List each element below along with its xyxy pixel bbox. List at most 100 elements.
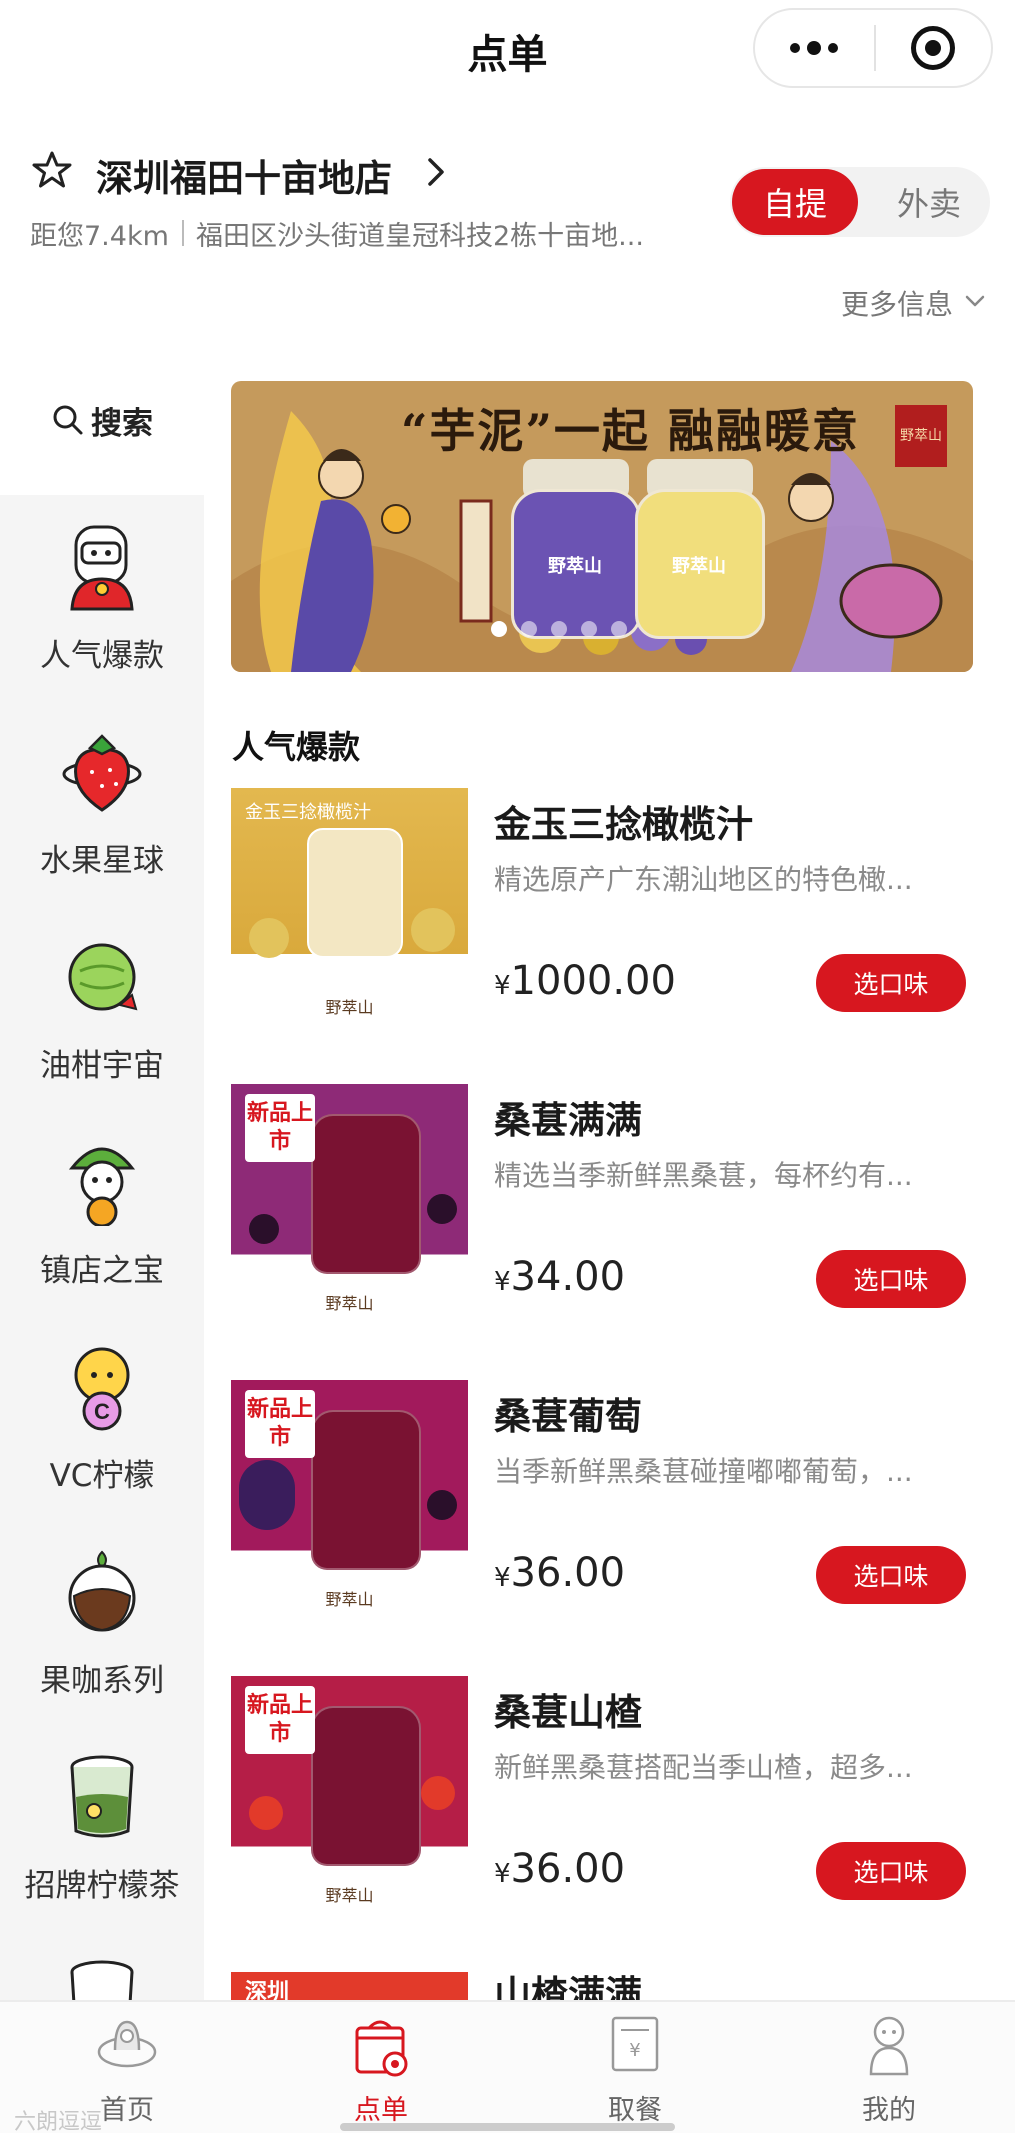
home-icon [97,2020,157,2068]
category-item-yougan[interactable]: 油柑宇宙 [0,905,204,1105]
product-image: 深圳 [231,1972,468,2000]
carousel-dot[interactable] [491,621,507,637]
product-jar [311,1410,421,1570]
product-price: ¥34.00 [494,1254,626,1300]
category-item-next[interactable] [0,1930,204,2000]
more-info-link[interactable]: 更多信息 [841,283,953,323]
product-name: 金玉三捻橄榄汁 [494,803,753,846]
product-brand: 野萃山 [325,998,374,1017]
miniprogram-capsule [753,8,993,88]
product-description: 当季新鲜黑桑葚碰撞嘟嘟葡萄，... [494,1455,913,1488]
order-icon [355,2020,408,2077]
strawberry-planet-icon [62,734,142,812]
product-brand: 野萃山 [325,1590,374,1609]
product-image: 金玉三捻橄榄汁 野萃山 [231,788,468,1025]
product-name: 桑葚葡萄 [494,1395,642,1438]
product-description: 新鲜黑桑葚搭配当季山楂，超多... [494,1751,913,1784]
store-name[interactable]: 深圳福田十亩地店 [96,148,392,202]
chevron-down-icon[interactable] [963,292,987,310]
more-menu-icon[interactable] [755,10,874,86]
brand-seal: 野萃山 [895,405,947,467]
new-product-badge: 新品上市 [245,1686,315,1754]
category-item-fruit-coffee[interactable]: 果咖系列 [0,1520,204,1720]
product-description: 精选原产广东潮汕地区的特色橄... [494,863,913,896]
carousel-indicator [491,621,627,637]
store-distance: 距您7.4km [30,221,169,252]
address-divider [182,220,184,246]
tab-label: 我的 [862,2095,916,2126]
carousel-dot[interactable] [521,621,537,637]
select-flavor-button[interactable]: 选口味 [816,954,966,1012]
fruit-coffee-icon [68,1550,136,1632]
product-jar [307,828,403,958]
popular-icon [70,525,134,611]
new-product-badge: 新品上市 [245,1094,315,1162]
category-label: 人气爆款 [40,638,164,674]
product-name: 桑葚山楂 [494,1691,642,1734]
category-label: 镇店之宝 [40,1253,164,1289]
select-flavor-button[interactable]: 选口味 [816,1546,966,1604]
product-jar [311,1706,421,1866]
product-item[interactable]: 新品上市 野萃山 桑葚山楂 新鲜黑桑葚搭配当季山楂，超多... ¥36.00 选… [231,1676,1001,1936]
bottom-tab-bar: 首页 点单 ¥ 取餐 我的 [0,2000,1015,2133]
category-item-lemon-tea[interactable]: 招牌柠檬茶 [0,1725,204,1925]
carousel-dot[interactable] [551,621,567,637]
carousel-dot[interactable] [611,621,627,637]
chevron-right-icon[interactable] [424,156,448,188]
product-brand: 野萃山 [325,1886,374,1905]
delivery-mode-button[interactable]: 外卖 [870,169,988,235]
tab-pickup[interactable]: ¥ 取餐 [508,2002,762,2133]
tab-order[interactable]: 点单 [254,2002,508,2133]
tab-label: 点单 [354,2095,408,2126]
product-price: ¥36.00 [494,1550,626,1596]
carousel-dot[interactable] [581,621,597,637]
category-label: 水果星球 [40,843,164,879]
product-image: 新品上市 野萃山 [231,1380,468,1617]
category-item-popular[interactable]: 人气爆款 [0,495,204,695]
product-item[interactable]: 金玉三捻橄榄汁 野萃山 金玉三捻橄榄汁 精选原产广东潮汕地区的特色橄... ¥1… [231,788,1001,1048]
svg-text:¥: ¥ [629,2040,640,2061]
svg-text:C: C [94,1399,110,1424]
product-item[interactable]: 新品上市 野萃山 桑葚葡萄 当季新鲜黑桑葚碰撞嘟嘟葡萄，... ¥36.00 选… [231,1380,1001,1640]
product-brand: 野萃山 [325,1294,374,1313]
tab-profile[interactable]: 我的 [762,2002,1015,2133]
treasure-icon [68,1147,136,1226]
profile-icon [869,2016,909,2076]
cup-icon [70,1960,134,2000]
product-price: ¥1000.00 [494,958,676,1004]
store-header: 深圳福田十亩地店 距您7.4km 福田区沙头街道皇冠科技2栋十亩地... 自提 … [0,140,1015,323]
close-miniprogram-icon[interactable] [876,10,991,86]
order-mode-toggle: 自提 外卖 [730,167,990,237]
watermark: 六朗逗逗 [14,2110,103,2133]
category-item-treasure[interactable]: 镇店之宝 [0,1110,204,1310]
tab-label: 取餐 [608,2095,662,2126]
search-label: 搜索 [91,405,153,442]
product-image: 新品上市 野萃山 [231,1084,468,1321]
product-item[interactable]: 深圳 山楂满满 [231,1972,1001,2000]
category-label: 油柑宇宙 [40,1048,164,1084]
favorite-star-icon[interactable] [32,150,72,190]
select-flavor-button[interactable]: 选口味 [816,1250,966,1308]
section-title: 人气爆款 [232,728,361,766]
yougan-icon [68,943,138,1011]
category-item-vc-lemon[interactable]: C VC柠檬 [0,1315,204,1515]
product-name: 桑葚满满 [494,1099,642,1142]
product-description: 精选当季新鲜黑桑葚，每杯约有... [494,1159,913,1192]
product-jar [311,1114,421,1274]
navigation-bar: 点单 [0,0,1015,100]
new-product-badge: 新品上市 [245,1390,315,1458]
select-flavor-button[interactable]: 选口味 [816,1842,966,1900]
search-icon [53,405,83,435]
mango-jar: 野萃山 [635,489,765,639]
taro-jar: 野萃山 [511,489,641,639]
pickup-mode-button[interactable]: 自提 [732,169,858,235]
product-item[interactable]: 新品上市 野萃山 桑葚满满 精选当季新鲜黑桑葚，每杯约有... ¥34.00 选… [231,1084,1001,1344]
category-item-fruit-planet[interactable]: 水果星球 [0,700,204,900]
category-label: 招牌柠檬茶 [24,1868,180,1904]
product-image: 新品上市 野萃山 [231,1676,468,1913]
promo-banner[interactable]: “芋泥”一起 融融暖意 野萃山 野萃山 野萃山 [231,381,973,672]
search-button[interactable]: 搜索 [0,395,204,445]
product-name: 山楂满满 [494,1973,642,2000]
banner-slogan: “芋泥”一起 融融暖意 [401,404,860,458]
home-indicator[interactable] [340,2123,675,2131]
